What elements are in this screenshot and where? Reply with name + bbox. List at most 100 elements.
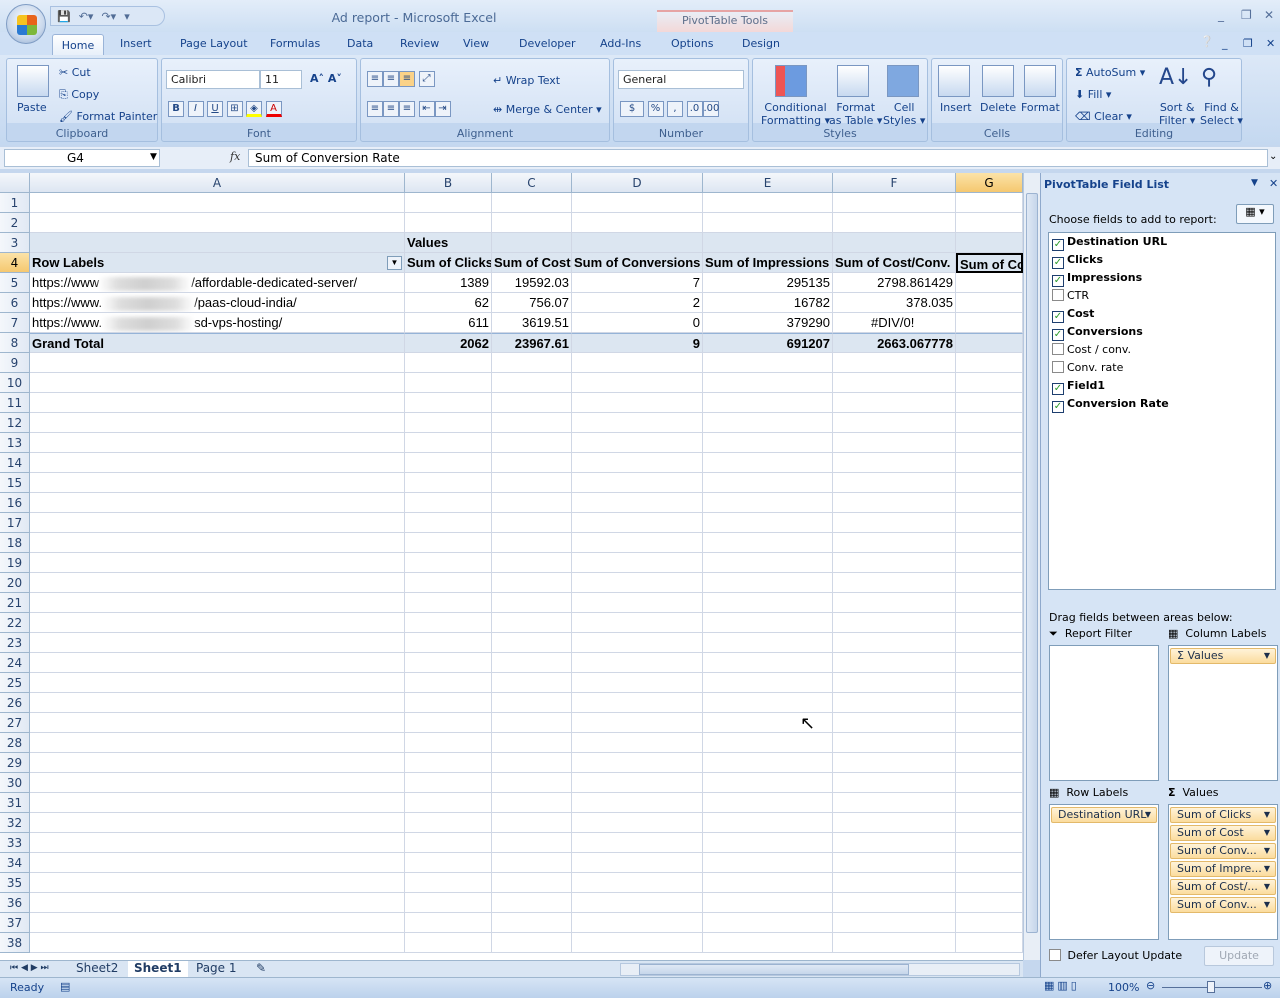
cell-B7[interactable]: 611 <box>405 313 492 333</box>
cell-G20[interactable] <box>956 573 1023 593</box>
row-header-30[interactable]: 30 <box>0 773 30 793</box>
cell-D31[interactable] <box>572 793 703 813</box>
office-button[interactable] <box>6 4 46 44</box>
cell-D20[interactable] <box>572 573 703 593</box>
zoom-level[interactable]: 100% <box>1108 981 1139 994</box>
cell-F23[interactable] <box>833 633 956 653</box>
row-header-24[interactable]: 24 <box>0 653 30 673</box>
vertical-scroll-thumb[interactable] <box>1026 193 1038 933</box>
select-all-corner[interactable] <box>0 173 30 193</box>
cell-D37[interactable] <box>572 913 703 933</box>
conditional-formatting-button[interactable]: Conditional Formatting ▾ <box>761 101 830 127</box>
row-header-25[interactable]: 25 <box>0 673 30 693</box>
row-header-8[interactable]: 8 <box>0 333 30 353</box>
merge-center-button[interactable]: ⇹ Merge & Center ▾ <box>493 103 602 116</box>
field-checkbox-conv-rate[interactable]: Conv. rate <box>1052 361 1123 374</box>
cell-E25[interactable] <box>703 673 833 693</box>
cell-E11[interactable] <box>703 393 833 413</box>
cell-D16[interactable] <box>572 493 703 513</box>
value-header-D[interactable]: Sum of Conversions <box>572 253 703 273</box>
row-header-1[interactable]: 1 <box>0 193 30 213</box>
cell-B30[interactable] <box>405 773 492 793</box>
cell-E2[interactable] <box>703 213 833 233</box>
cell-C6[interactable]: 756.07 <box>492 293 572 313</box>
cell-G27[interactable] <box>956 713 1023 733</box>
cell-A33[interactable] <box>30 833 405 853</box>
cell-D24[interactable] <box>572 653 703 673</box>
wrap-text-button[interactable]: ↵ Wrap Text <box>493 74 560 87</box>
row-header-18[interactable]: 18 <box>0 533 30 553</box>
sheet-tab-page-1[interactable]: Page 1 <box>190 961 243 977</box>
insert-button[interactable]: Insert <box>940 101 972 114</box>
fill-color-button[interactable]: ◈ <box>246 101 262 117</box>
cell-G25[interactable] <box>956 673 1023 693</box>
cell-E1[interactable] <box>703 193 833 213</box>
cell-F38[interactable] <box>833 933 956 953</box>
cell-C14[interactable] <box>492 453 572 473</box>
cell-C13[interactable] <box>492 433 572 453</box>
cell-E24[interactable] <box>703 653 833 673</box>
autosum-button[interactable]: Σ AutoSum ▾ <box>1075 66 1145 79</box>
copy-button[interactable]: ⎘ Copy <box>59 88 99 102</box>
tab-page-layout[interactable]: Page Layout <box>180 37 248 50</box>
column-header-D[interactable]: D <box>572 173 703 193</box>
cell-E33[interactable] <box>703 833 833 853</box>
cell-B37[interactable] <box>405 913 492 933</box>
cell-B38[interactable] <box>405 933 492 953</box>
cell-E20[interactable] <box>703 573 833 593</box>
cell-B21[interactable] <box>405 593 492 613</box>
cell-C17[interactable] <box>492 513 572 533</box>
cell-B18[interactable] <box>405 533 492 553</box>
cell-F8[interactable]: 2663.067778 <box>833 333 956 353</box>
cell-B35[interactable] <box>405 873 492 893</box>
value-field-chip[interactable]: Sum of Clicks ▼ <box>1170 807 1276 823</box>
row-header-11[interactable]: 11 <box>0 393 30 413</box>
cell-G13[interactable] <box>956 433 1023 453</box>
cell-G32[interactable] <box>956 813 1023 833</box>
row-header-22[interactable]: 22 <box>0 613 30 633</box>
report-filter-area[interactable] <box>1049 645 1159 781</box>
italic-button[interactable]: I <box>187 101 204 117</box>
cell-D8[interactable]: 9 <box>572 333 703 353</box>
column-header-F[interactable]: F <box>833 173 956 193</box>
row-header-6[interactable]: 6 <box>0 293 30 313</box>
column-values-chip[interactable]: Σ Values ▼ <box>1170 648 1276 664</box>
cell-F25[interactable] <box>833 673 956 693</box>
cell-F17[interactable] <box>833 513 956 533</box>
row-header-9[interactable]: 9 <box>0 353 30 373</box>
row-header-38[interactable]: 38 <box>0 933 30 953</box>
cell-B16[interactable] <box>405 493 492 513</box>
cell-G12[interactable] <box>956 413 1023 433</box>
row-header-14[interactable]: 14 <box>0 453 30 473</box>
field-checkbox-destination-url[interactable]: ✓ Destination URL <box>1052 235 1167 251</box>
pane-options-icon[interactable]: ▼ <box>1251 178 1258 188</box>
fill-button[interactable]: ⬇ Fill ▾ <box>1075 88 1111 101</box>
cell-D17[interactable] <box>572 513 703 533</box>
cell-E30[interactable] <box>703 773 833 793</box>
cell-E18[interactable] <box>703 533 833 553</box>
cell-F16[interactable] <box>833 493 956 513</box>
horizontal-scrollbar[interactable] <box>620 963 1020 976</box>
cell-A31[interactable] <box>30 793 405 813</box>
cell-C10[interactable] <box>492 373 572 393</box>
cell-A18[interactable] <box>30 533 405 553</box>
cell-A15[interactable] <box>30 473 405 493</box>
cell-G11[interactable] <box>956 393 1023 413</box>
row-header-10[interactable]: 10 <box>0 373 30 393</box>
clear-button[interactable]: ⌫ Clear ▾ <box>1075 110 1132 123</box>
cell-C32[interactable] <box>492 813 572 833</box>
value-header-B[interactable]: Sum of Clicks <box>405 253 492 273</box>
align-bottom-icon[interactable]: ≡ <box>399 71 415 87</box>
cell-A24[interactable] <box>30 653 405 673</box>
row-header-16[interactable]: 16 <box>0 493 30 513</box>
cell-F3[interactable] <box>833 233 956 253</box>
cell-G36[interactable] <box>956 893 1023 913</box>
cell-F29[interactable] <box>833 753 956 773</box>
cell-A23[interactable] <box>30 633 405 653</box>
font-color-button[interactable]: A <box>265 101 282 117</box>
values-area[interactable]: Sum of Clicks ▼ Sum of Cost ▼ Sum of Conv...… <box>1168 804 1278 940</box>
cell-G30[interactable] <box>956 773 1023 793</box>
cell-C28[interactable] <box>492 733 572 753</box>
field-checkbox-field1[interactable]: ✓ Field1 <box>1052 379 1105 395</box>
tab-design[interactable]: Design <box>742 37 780 50</box>
